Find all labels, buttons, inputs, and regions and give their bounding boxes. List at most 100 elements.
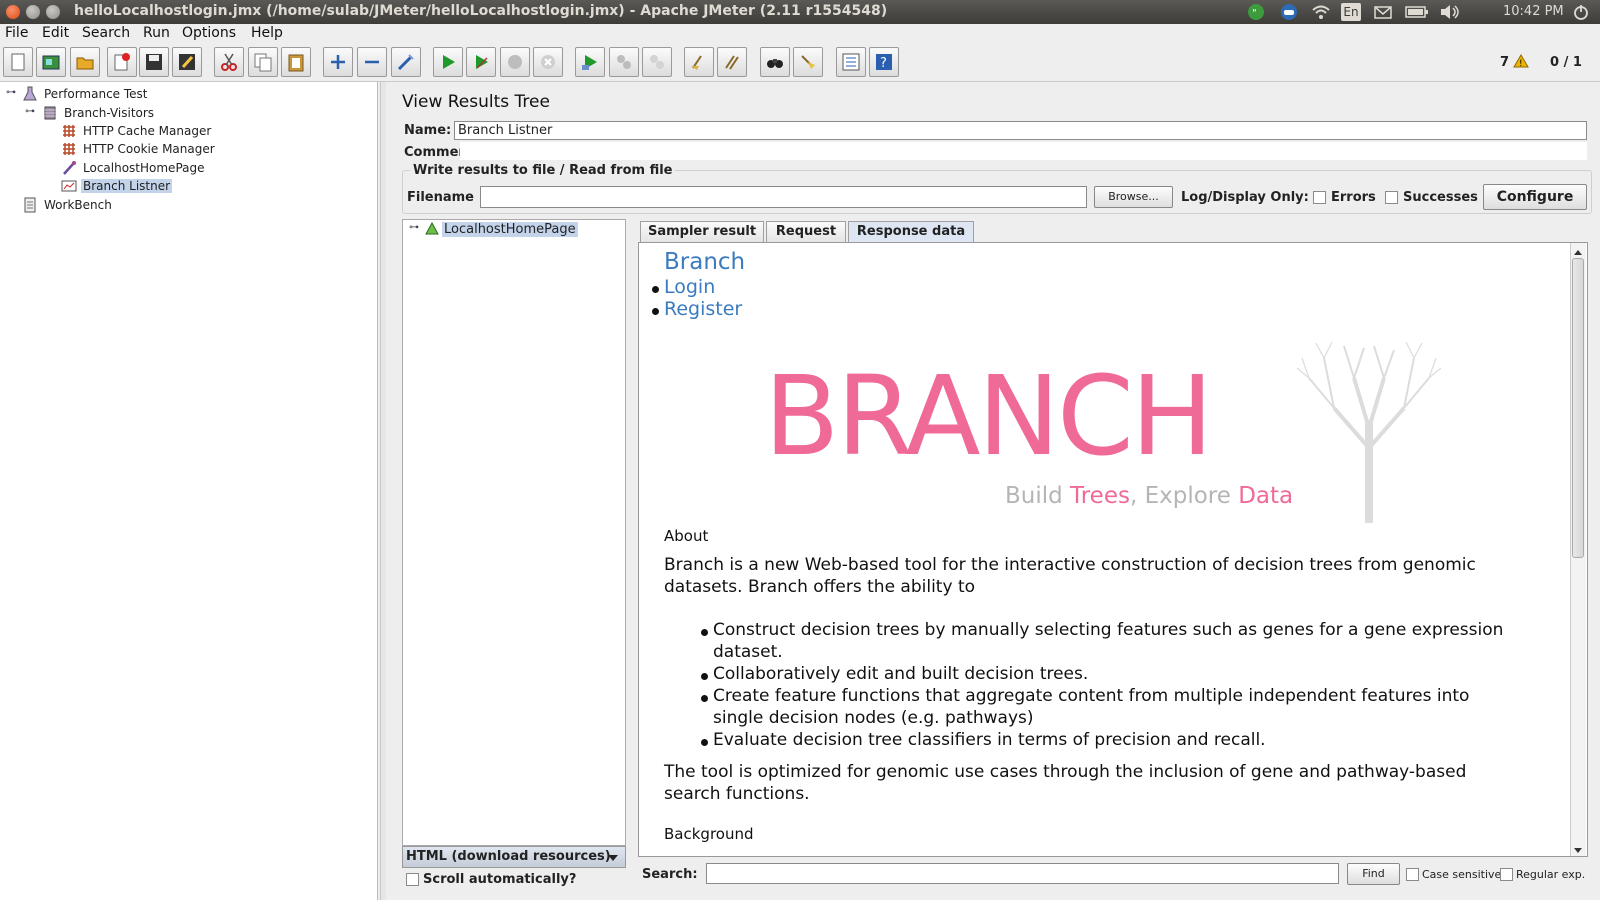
tab-sampler-result[interactable]: Sampler result xyxy=(640,221,764,242)
list-bullet xyxy=(701,695,708,702)
branch-logo-text: BRANCH xyxy=(764,352,1213,480)
feature-item-1: Construct decision trees by manually sel… xyxy=(713,620,1504,640)
filename-input[interactable] xyxy=(480,186,1087,208)
function-helper-button[interactable] xyxy=(836,47,866,77)
clock[interactable]: 10:42 PM xyxy=(1503,4,1564,19)
login-link[interactable]: Login xyxy=(664,276,715,298)
test-plan-tree: ⊶ Performance Test ⊶ Branch-Visitors HTT… xyxy=(0,82,378,900)
tool-paragraph-line1: The tool is optimized for genomic use ca… xyxy=(664,762,1467,782)
close-test-plan-button[interactable] xyxy=(107,47,137,77)
help-button[interactable]: ? xyxy=(869,47,899,77)
errors-checkbox[interactable] xyxy=(1313,191,1326,204)
list-bullet xyxy=(701,739,708,746)
search-button[interactable] xyxy=(760,47,790,77)
window-maximize-button[interactable] xyxy=(46,5,60,19)
stop-button[interactable] xyxy=(500,47,530,77)
cut-button[interactable] xyxy=(214,47,244,77)
tree-node-http-cookie-manager[interactable]: HTTP Cookie Manager xyxy=(0,140,370,159)
scroll-automatically-checkbox[interactable] xyxy=(406,873,419,886)
response-html-view: Branch Login Register BRANCH Build Trees… xyxy=(638,242,1588,857)
tagline: Build Trees, Explore Data xyxy=(1005,483,1294,509)
remote-stop-all-button[interactable] xyxy=(609,47,639,77)
file-group-title: Write results to file / Read from file xyxy=(410,163,676,178)
page-title: View Results Tree xyxy=(402,92,550,112)
warning-icon[interactable]: ! xyxy=(1513,54,1529,72)
remote-start-all-button[interactable] xyxy=(575,47,605,77)
chat-icon[interactable]: " xyxy=(1247,3,1265,21)
tree-node-workbench[interactable]: WorkBench xyxy=(0,196,370,215)
title-bar: helloLocalhostlogin.jmx (/home/sulab/JMe… xyxy=(0,0,1600,24)
clear-button[interactable] xyxy=(684,47,714,77)
keyboard-layout-indicator[interactable]: En xyxy=(1341,3,1361,21)
binoculars-icon xyxy=(767,59,783,68)
log-display-label: Log/Display Only: xyxy=(1181,190,1309,205)
menu-search[interactable]: Search xyxy=(82,25,130,41)
feature-item-3-cont: single decision nodes (e.g. pathways) xyxy=(713,708,1034,728)
tree-node-localhost-homepage[interactable]: LocalhostHomePage xyxy=(0,159,370,178)
sample-result-item[interactable]: LocalhostHomePage xyxy=(442,222,578,237)
menu-help[interactable]: Help xyxy=(251,25,283,41)
browse-button[interactable]: Browse... xyxy=(1094,186,1173,208)
renderer-select[interactable]: HTML (download resources) xyxy=(402,846,626,868)
menu-file[interactable]: File xyxy=(5,25,28,41)
templates-button[interactable] xyxy=(36,47,66,77)
search-input[interactable] xyxy=(706,863,1339,884)
clear-all-button[interactable] xyxy=(717,47,747,77)
scroll-down-icon[interactable] xyxy=(1573,844,1583,859)
tree-node-http-cache-manager[interactable]: HTTP Cache Manager xyxy=(0,122,370,141)
menu-bar: File Edit Search Run Options Help xyxy=(0,24,1600,44)
start-no-pauses-button[interactable] xyxy=(466,47,496,77)
power-icon[interactable] xyxy=(1572,3,1590,21)
broom-all-icon xyxy=(725,55,739,70)
start-button[interactable] xyxy=(433,47,463,77)
open-button[interactable] xyxy=(70,47,100,77)
tree-node-branch-visitors[interactable]: ⊶ Branch-Visitors xyxy=(0,104,370,123)
name-field[interactable]: Branch Listner xyxy=(454,121,1587,140)
reset-search-button[interactable] xyxy=(793,47,823,77)
regex-checkbox[interactable] xyxy=(1500,868,1513,881)
wifi-icon[interactable] xyxy=(1311,3,1330,21)
menu-edit[interactable]: Edit xyxy=(42,25,69,41)
reset-search-broom-icon xyxy=(801,55,815,69)
new-button[interactable] xyxy=(3,47,33,77)
remote-shutdown-all-button[interactable] xyxy=(642,47,672,77)
volume-icon[interactable] xyxy=(1439,3,1459,21)
panel-splitter[interactable] xyxy=(380,82,386,900)
case-sensitive-checkbox[interactable] xyxy=(1406,868,1419,881)
mail-icon[interactable] xyxy=(1374,3,1392,21)
tree-toggle-icon[interactable]: ⊶ xyxy=(25,107,35,117)
paste-icon xyxy=(288,54,304,72)
errors-label: Errors xyxy=(1331,190,1376,205)
comments-field[interactable] xyxy=(460,142,1587,160)
tree-toggle-icon[interactable]: ⊶ xyxy=(6,88,16,98)
paste-button[interactable] xyxy=(281,47,311,77)
messaging-icon[interactable] xyxy=(1280,3,1298,21)
tab-request[interactable]: Request xyxy=(766,221,846,242)
copy-button[interactable] xyxy=(248,47,278,77)
tree-node-performance-test[interactable]: ⊶ Performance Test xyxy=(0,85,370,104)
tree-node-branch-listner[interactable]: Branch Listner xyxy=(0,177,370,196)
configure-button[interactable]: Configure xyxy=(1483,184,1587,210)
save-as-button[interactable] xyxy=(172,47,202,77)
shutdown-button[interactable] xyxy=(533,47,563,77)
scroll-thumb[interactable] xyxy=(1572,258,1584,558)
tab-response-data[interactable]: Response data xyxy=(848,221,974,242)
toggle-button[interactable] xyxy=(391,47,421,77)
warning-count[interactable]: 7 xyxy=(1500,55,1509,70)
save-button[interactable] xyxy=(139,47,169,77)
find-button[interactable]: Find xyxy=(1347,863,1400,885)
register-link[interactable]: Register xyxy=(664,298,742,320)
scissors-icon xyxy=(221,53,237,71)
expand-all-button[interactable] xyxy=(323,47,353,77)
collapse-all-button[interactable] xyxy=(357,47,387,77)
menu-options[interactable]: Options xyxy=(182,25,236,41)
menu-run[interactable]: Run xyxy=(143,25,170,41)
window-close-button[interactable] xyxy=(6,5,20,19)
tree-toggle-icon[interactable]: ⊶ xyxy=(409,222,419,233)
battery-icon[interactable] xyxy=(1405,3,1429,21)
window-minimize-button[interactable] xyxy=(26,5,40,19)
play-icon xyxy=(443,55,455,69)
successes-checkbox[interactable] xyxy=(1385,191,1398,204)
list-bullet xyxy=(652,308,659,315)
test-plan-flask-icon xyxy=(22,86,38,102)
